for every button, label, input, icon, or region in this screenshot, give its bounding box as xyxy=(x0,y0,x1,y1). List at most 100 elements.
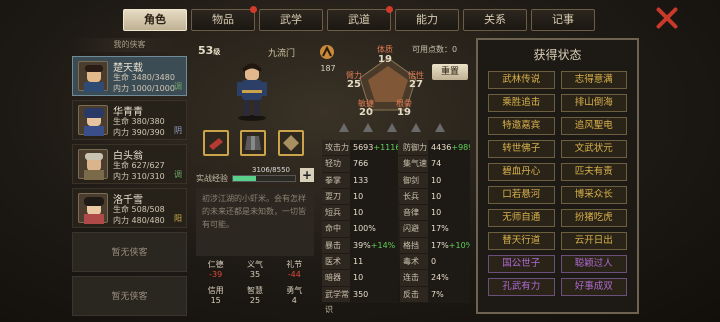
stat-number: 5693 xyxy=(353,143,374,152)
stat-value: 39%+14% xyxy=(350,237,398,254)
roster-title: 我的侠客 xyxy=(72,38,187,52)
trait-value: 4 xyxy=(291,296,297,305)
status-badge[interactable]: 博采众长 xyxy=(560,186,627,204)
stat-cell: 格挡 17%+10% xyxy=(400,237,470,254)
status-badge[interactable]: 扮猪吃虎 xyxy=(560,209,627,227)
stat-value: 4436+989 xyxy=(428,140,470,156)
stat-cell: 闪避 17% xyxy=(400,221,470,237)
stat-row: 命中 100% 闪避 17% xyxy=(322,221,470,238)
stat-label: 医术 xyxy=(325,257,341,267)
seal-slot-icon[interactable] xyxy=(336,120,352,134)
armor-slot[interactable] xyxy=(240,130,266,156)
stat-value: 10 xyxy=(428,205,470,221)
char-tag: 阳 xyxy=(174,214,182,223)
available-points: 可用点数：0 xyxy=(412,45,458,54)
status-badge[interactable]: 聪颖过人 xyxy=(560,255,627,273)
seal-slot-icon[interactable] xyxy=(360,120,376,134)
status-badge[interactable]: 无师自通 xyxy=(488,209,555,227)
empty-slot[interactable]: 暂无侠客 xyxy=(72,232,187,272)
stat-label: 暗器 xyxy=(325,273,341,283)
trait-label: 勇气 xyxy=(286,286,303,295)
roster-item[interactable]: 楚天载 生命 3480/3480 内力 1000/1000 调 xyxy=(72,56,187,96)
stat-label: 音律 xyxy=(403,208,419,218)
trait-value: 25 xyxy=(249,296,261,305)
status-badge[interactable]: 匹夫有责 xyxy=(560,163,627,181)
stat-label: 反击 xyxy=(403,289,419,299)
stat-value: 10 xyxy=(428,188,470,205)
xp-bar xyxy=(232,175,296,182)
tab-items[interactable]: 物品 xyxy=(191,6,257,31)
char-mp: 内力 480/480 xyxy=(113,216,165,225)
accessory-slot[interactable] xyxy=(278,130,304,156)
notification-dot xyxy=(250,6,257,13)
tab-martial-way[interactable]: 武道 xyxy=(327,6,393,31)
status-badge[interactable]: 好事成双 xyxy=(560,278,627,296)
status-badge[interactable]: 孔武有力 xyxy=(488,278,555,296)
status-badge[interactable]: 追风聖电 xyxy=(560,117,627,135)
stat-value: 133 xyxy=(350,172,398,188)
genu-value: 19 xyxy=(397,107,411,118)
tab-character[interactable]: 角色 xyxy=(123,9,187,31)
status-badge[interactable]: 特邀嘉宾 xyxy=(488,117,555,135)
weapon-slot[interactable] xyxy=(203,130,229,156)
stat-cell: 毒术 0 xyxy=(400,254,470,270)
status-badge[interactable]: 文武状元 xyxy=(560,140,627,158)
stat-number: 100% xyxy=(353,224,376,234)
tab-ability[interactable]: 能力 xyxy=(395,9,459,31)
char-hp: 生命 380/380 xyxy=(113,117,165,126)
status-title: 获得状态 xyxy=(533,48,582,62)
tab-martial-arts[interactable]: 武学 xyxy=(259,9,323,31)
add-xp-button[interactable]: + xyxy=(300,168,314,182)
status-badge[interactable]: 云开日出 xyxy=(560,232,627,250)
seal-slot-icon[interactable] xyxy=(432,120,448,134)
stat-row: 耍刀 10 长兵 10 xyxy=(322,188,470,206)
char-hp: 生命 627/627 xyxy=(113,161,165,170)
seal-slot-icon[interactable] xyxy=(384,120,400,134)
char-tag: 调 xyxy=(174,170,182,179)
status-badge[interactable]: 转世佛子 xyxy=(488,140,555,158)
hero-sect: 九流门 xyxy=(268,49,296,59)
close-icon[interactable] xyxy=(654,6,680,30)
status-badge[interactable]: 排山倒海 xyxy=(560,94,627,112)
stat-cell: 武学常识 350 xyxy=(322,286,398,314)
empty-slot[interactable]: 暂无侠客 xyxy=(72,276,187,316)
stat-label: 毒术 xyxy=(403,257,419,267)
status-badge[interactable]: 口若悬河 xyxy=(488,186,555,204)
seal-slot-icon[interactable] xyxy=(408,120,424,134)
status-badge[interactable]: 国公世子 xyxy=(488,255,555,273)
status-badge[interactable]: 乘胜追击 xyxy=(488,94,555,112)
stat-value: 17% xyxy=(428,221,470,237)
trait-label: 仁德 xyxy=(207,260,224,269)
stat-value: 11 xyxy=(350,254,398,270)
roster-item[interactable]: 白头翁 生命 627/627 内力 310/310 调 xyxy=(72,144,187,184)
status-badge[interactable]: 武林传说 xyxy=(488,71,555,89)
stat-value: 10 xyxy=(350,188,398,205)
stat-value: 0 xyxy=(428,254,470,270)
stat-value: 350 xyxy=(350,286,398,302)
roster-item[interactable]: 华青青 生命 380/380 内力 390/390 阴 xyxy=(72,100,187,140)
stat-cell: 短兵 10 xyxy=(322,205,398,221)
stat-label: 格挡 xyxy=(403,240,419,250)
status-badge[interactable]: 志得意满 xyxy=(560,71,627,89)
stat-bonus: +14% xyxy=(370,240,396,250)
status-badge[interactable]: 替天行道 xyxy=(488,232,555,250)
status-panel: 获得状态 武林传说 志得意满 乘胜追击 排山倒海 特邀嘉宾 追风聖电 转世佛子 文武状元 碧血丹… xyxy=(476,38,639,314)
reset-button[interactable]: 重置 xyxy=(432,64,468,80)
roster-item[interactable]: 洛千雪 生命 508/508 内力 480/480 阳 xyxy=(72,188,187,228)
stat-bonus: +1116 xyxy=(373,143,398,152)
tab-journal[interactable]: 记事 xyxy=(531,9,595,31)
tab-relations[interactable]: 关系 xyxy=(463,9,527,31)
stat-row: 攻击力5693+1116防御力4436+989 xyxy=(322,140,470,157)
stat-value: 74 xyxy=(428,156,470,172)
xp-label: 实战经验 xyxy=(196,174,228,183)
stat-cell: 防御力4436+989 xyxy=(400,140,470,156)
stat-label: 武学常识 xyxy=(325,289,349,314)
stat-value: 100% xyxy=(350,221,398,237)
stat-cell: 集气速度 74 xyxy=(400,156,470,183)
stat-number: 0 xyxy=(431,257,437,267)
avatar xyxy=(78,61,108,92)
stat-label: 长兵 xyxy=(403,191,419,201)
status-badge[interactable]: 碧血丹心 xyxy=(488,163,555,181)
stat-cell: 命中 100% xyxy=(322,221,398,237)
stat-row: 拳掌 133 御剑 10 xyxy=(322,172,470,189)
